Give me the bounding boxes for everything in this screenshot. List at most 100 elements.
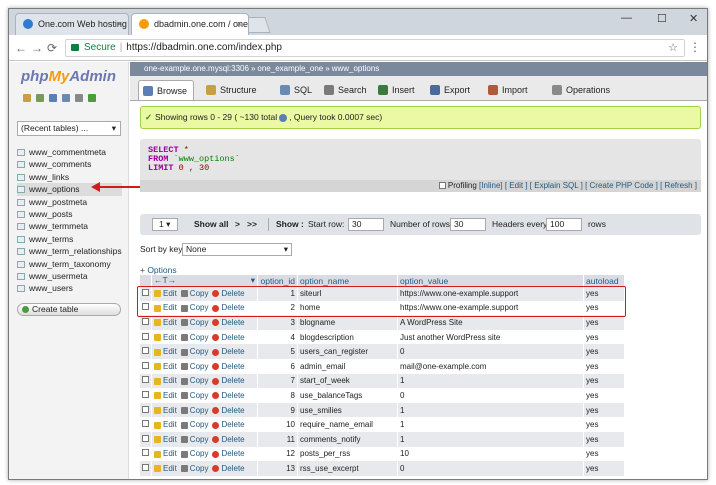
delete-button[interactable]: Delete — [212, 420, 245, 429]
edit-button[interactable]: Edit — [154, 435, 177, 444]
copy-button[interactable]: Copy — [180, 406, 208, 415]
recent-tables-select[interactable]: (Recent tables) ... ▾ — [17, 121, 121, 136]
cell-autoload[interactable]: yes — [583, 286, 625, 301]
cell-option-id[interactable]: 10 — [257, 417, 298, 432]
cell-autoload[interactable]: yes — [583, 315, 625, 330]
delete-button[interactable]: Delete — [212, 464, 245, 473]
sidebar-table-item[interactable]: www_commentmeta — [17, 146, 122, 158]
tab-export[interactable]: Export — [426, 80, 476, 100]
cell-option-name[interactable]: users_can_register — [297, 344, 398, 359]
cell-option-name[interactable]: blogdescription — [297, 329, 398, 345]
cell-option-value[interactable]: 0 — [397, 461, 584, 476]
delete-button[interactable]: Delete — [212, 303, 245, 312]
sql-query-icon[interactable] — [49, 94, 57, 102]
cell-autoload[interactable]: yes — [583, 461, 625, 476]
copy-button[interactable]: Copy — [180, 435, 208, 444]
cell-option-value[interactable]: 1 — [397, 431, 584, 447]
row-checkbox[interactable] — [142, 288, 149, 296]
column-option-name[interactable]: option_name — [297, 275, 398, 286]
edit-button[interactable]: Edit — [154, 449, 177, 458]
row-checkbox[interactable] — [142, 303, 149, 311]
cell-autoload[interactable]: yes — [583, 417, 625, 432]
copy-button[interactable]: Copy — [180, 289, 208, 298]
row-checkbox[interactable] — [142, 405, 149, 413]
profiling-checkbox[interactable] — [438, 182, 446, 190]
cell-option-id[interactable]: 13 — [257, 461, 298, 476]
row-checkbox[interactable] — [142, 347, 149, 355]
tab-operations[interactable]: Operations — [548, 80, 616, 100]
column-filter-icon[interactable]: ▾ — [251, 275, 255, 286]
close-tab-icon[interactable]: × — [237, 14, 242, 34]
cell-option-name[interactable]: posts_per_rss — [297, 446, 398, 462]
sidebar-table-item[interactable]: www_usermeta — [17, 270, 122, 282]
docs-icon[interactable] — [62, 94, 70, 102]
cell-option-value[interactable]: A WordPress Site — [397, 315, 584, 330]
last-page-button[interactable]: >> — [247, 214, 257, 235]
edit-button[interactable]: Edit — [154, 406, 177, 415]
num-rows-input[interactable]: 30 — [450, 218, 486, 231]
cell-option-id[interactable]: 7 — [257, 373, 298, 389]
edit-button[interactable]: Edit — [154, 333, 177, 342]
browser-tab-dbadmin[interactable]: dbadmin.one.com / one × — [131, 13, 249, 35]
breadcrumb-server[interactable]: one-example.one.mysql:3306 — [144, 64, 249, 73]
cell-option-name[interactable]: siteurl — [297, 286, 398, 301]
cell-option-name[interactable]: start_of_week — [297, 373, 398, 389]
copy-button[interactable]: Copy — [180, 362, 208, 371]
copy-button[interactable]: Copy — [180, 391, 208, 400]
row-checkbox[interactable] — [142, 463, 149, 471]
cell-option-name[interactable]: comments_notify — [297, 431, 398, 447]
sidebar-table-item[interactable]: www_comments — [17, 158, 122, 170]
cell-option-id[interactable]: 12 — [257, 446, 298, 462]
cell-option-value[interactable]: 0 — [397, 388, 584, 403]
copy-button[interactable]: Copy — [180, 464, 208, 473]
cell-autoload[interactable]: yes — [583, 402, 625, 418]
cell-option-name[interactable]: blogname — [297, 315, 398, 330]
forward-arrow-icon[interactable]: → — [31, 41, 43, 55]
tab-browse[interactable]: Browse — [138, 80, 195, 100]
minimize-icon[interactable]: — — [621, 12, 632, 24]
home-icon[interactable] — [23, 94, 31, 102]
create-table-button[interactable]: Create table — [17, 303, 121, 316]
row-checkbox[interactable] — [142, 317, 149, 325]
column-arrows[interactable]: ←T→ ▾ — [151, 275, 258, 286]
cell-autoload[interactable]: yes — [583, 344, 625, 359]
reload-icon[interactable]: ⟳ — [47, 41, 57, 55]
delete-button[interactable]: Delete — [212, 406, 245, 415]
refresh-link[interactable]: [ Refresh ] — [660, 181, 697, 190]
maximize-icon[interactable]: ☐ — [657, 12, 667, 25]
cell-autoload[interactable]: yes — [583, 446, 625, 462]
delete-button[interactable]: Delete — [212, 333, 245, 342]
cell-option-value[interactable]: mail@one-example.com — [397, 358, 584, 374]
edit-button[interactable]: Edit — [154, 376, 177, 385]
delete-button[interactable]: Delete — [212, 391, 245, 400]
breadcrumb-table[interactable]: www_options — [332, 64, 380, 73]
tab-import[interactable]: Import — [484, 80, 534, 100]
copy-button[interactable]: Copy — [180, 333, 208, 342]
copy-button[interactable]: Copy — [180, 347, 208, 356]
sidebar-table-item[interactable]: www_posts — [17, 208, 122, 220]
settings-icon[interactable] — [75, 94, 83, 102]
sidebar-table-item[interactable]: www_users — [17, 282, 122, 294]
create-php-link[interactable]: [ Create PHP Code ] — [585, 181, 658, 190]
copy-button[interactable]: Copy — [180, 303, 208, 312]
page-select[interactable]: 1 ▾ — [152, 218, 178, 231]
cell-autoload[interactable]: yes — [583, 431, 625, 447]
row-checkbox[interactable] — [142, 390, 149, 398]
options-link[interactable]: + Options — [140, 265, 177, 275]
cell-autoload[interactable]: yes — [583, 300, 625, 316]
cell-option-name[interactable]: admin_email — [297, 358, 398, 374]
sidebar-table-item[interactable]: www_links — [17, 171, 122, 183]
cell-autoload[interactable]: yes — [583, 358, 625, 374]
copy-button[interactable]: Copy — [180, 376, 208, 385]
close-tab-icon[interactable]: × — [117, 14, 122, 34]
row-checkbox[interactable] — [142, 434, 149, 442]
cell-option-value[interactable]: https://www.one-example.support — [397, 300, 584, 316]
cell-option-id[interactable]: 6 — [257, 358, 298, 374]
delete-button[interactable]: Delete — [212, 318, 245, 327]
edit-button[interactable]: Edit — [154, 318, 177, 327]
cell-option-id[interactable]: 5 — [257, 344, 298, 359]
row-checkbox[interactable] — [142, 361, 149, 369]
cell-option-value[interactable]: Just another WordPress site — [397, 329, 584, 345]
cell-option-name[interactable]: home — [297, 300, 398, 316]
help-icon[interactable] — [279, 113, 288, 122]
